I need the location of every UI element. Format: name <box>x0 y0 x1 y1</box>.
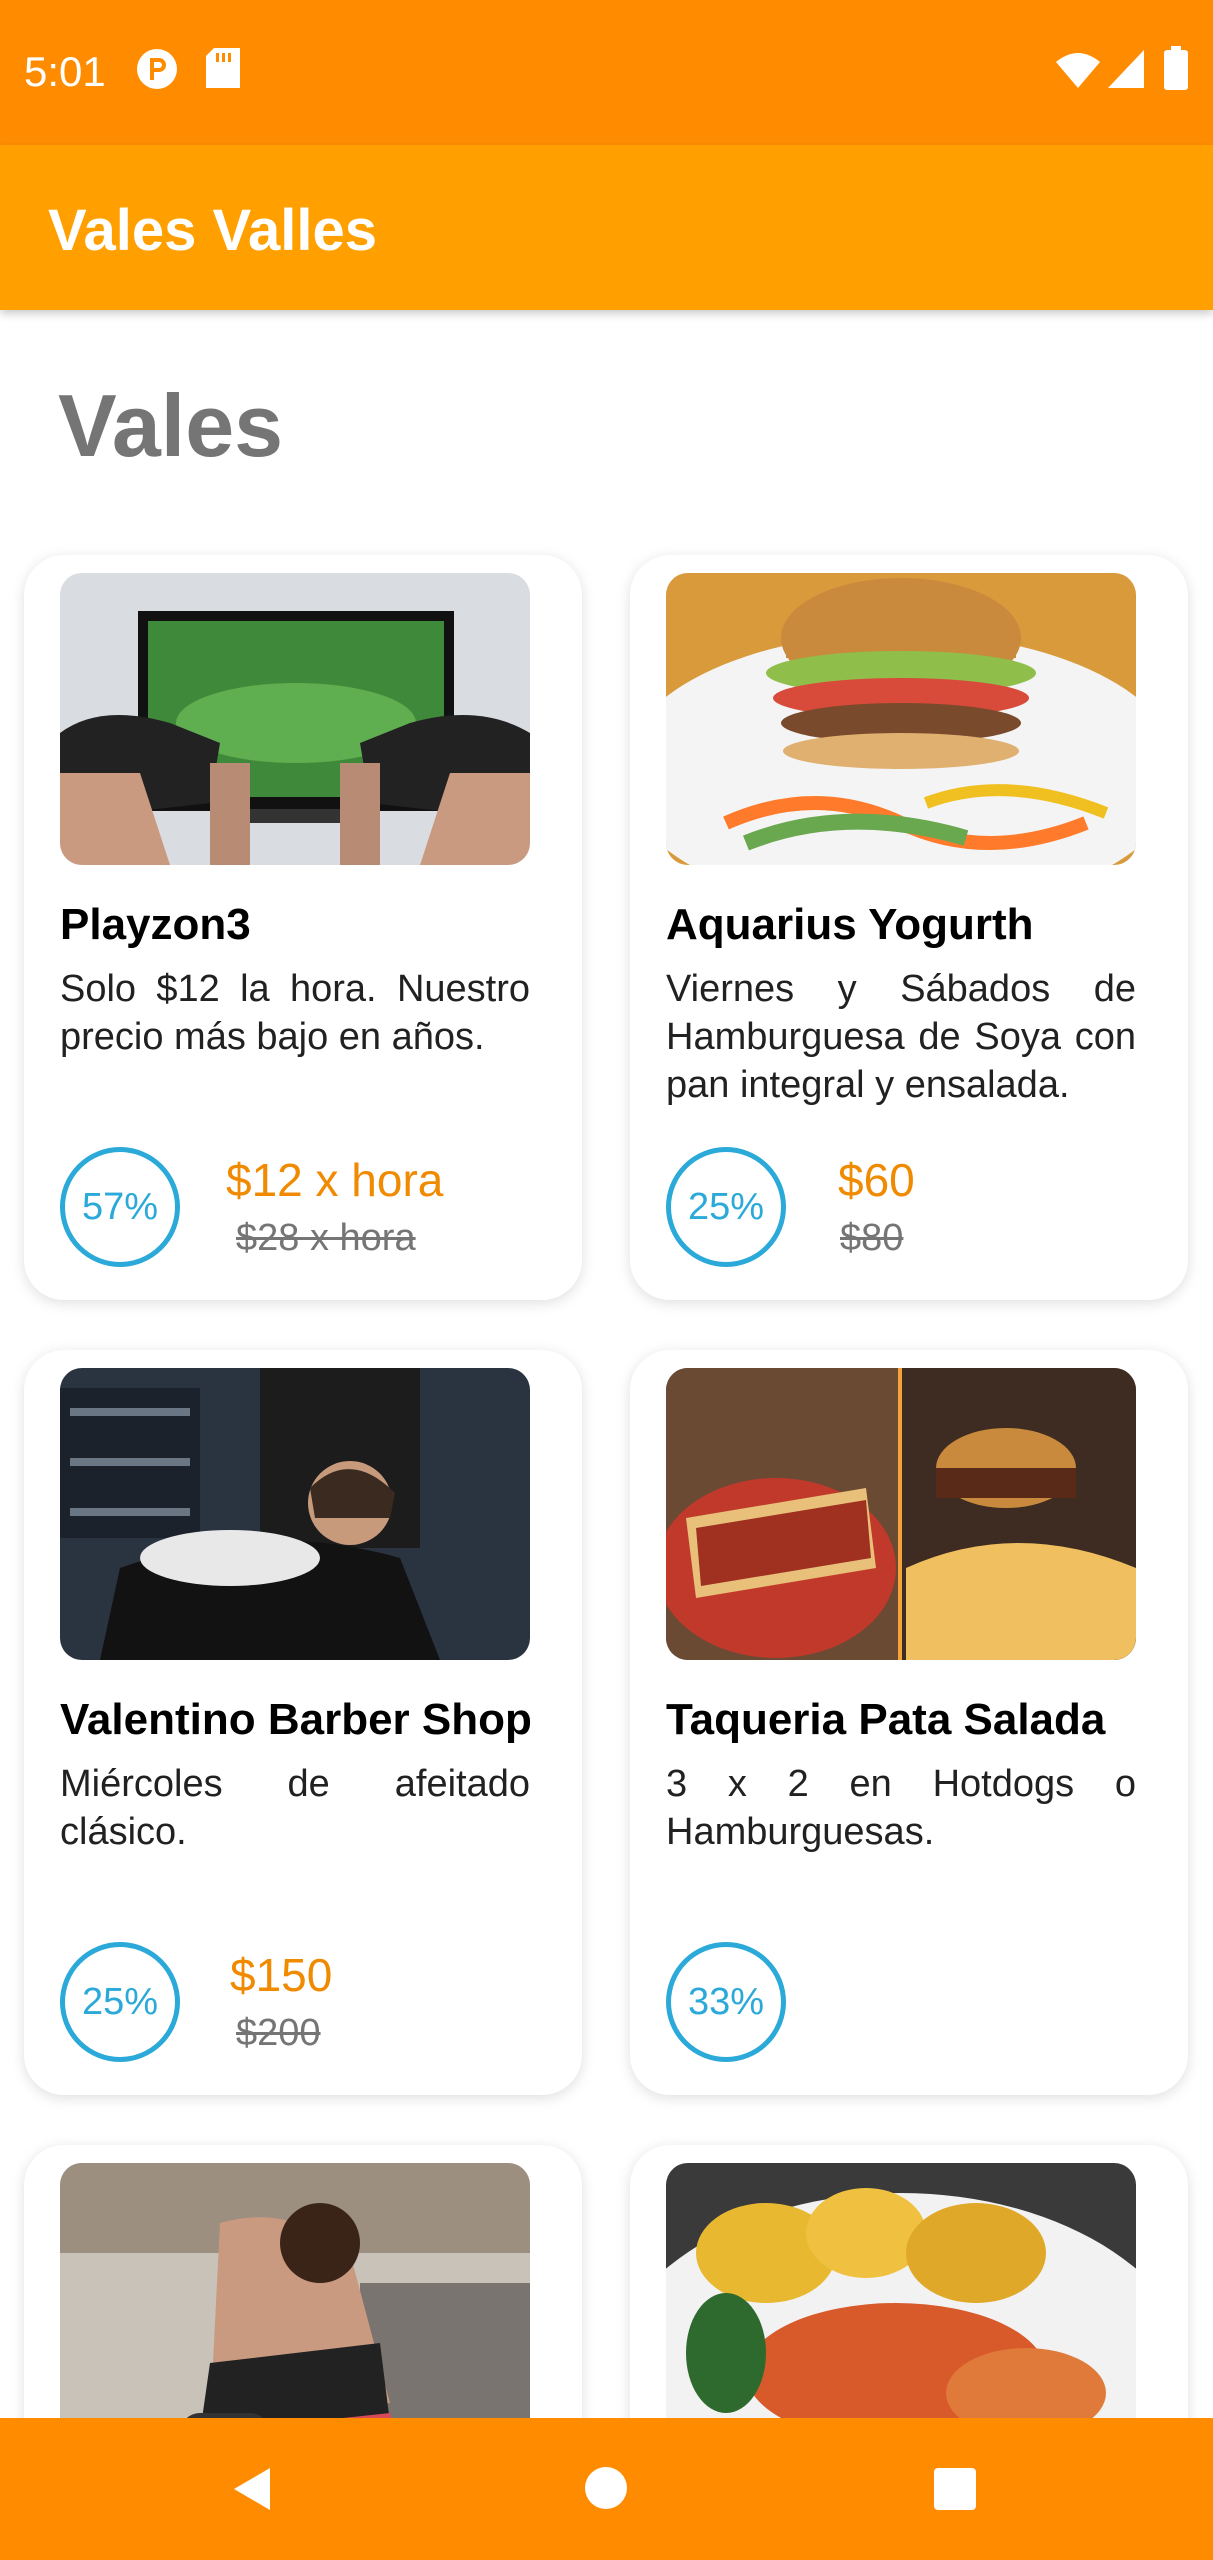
price-new: $60 <box>838 1154 915 1206</box>
card-description: 3 x 2 en Hotdogs o Hamburguesas. <box>666 1763 1136 1853</box>
discount-badge: 57% <box>60 1147 180 1267</box>
navigation-bar <box>0 2418 1213 2560</box>
card-description: Miércoles de afeitado clásico. <box>60 1763 530 1853</box>
price-old: $80 <box>840 1217 904 1259</box>
page-title: Vales <box>58 376 284 475</box>
discount-badge: 25% <box>666 1147 786 1267</box>
battery-icon <box>1164 46 1188 95</box>
p-notification-icon <box>136 48 178 95</box>
wifi-icon <box>1056 52 1100 93</box>
app-title: Vales Valles <box>48 198 377 263</box>
price-old: $28 x hora <box>236 1217 416 1259</box>
card-image-burger <box>666 573 1136 865</box>
card-image-gaming <box>60 573 530 865</box>
card-title: Aquarius Yogurth <box>666 900 1034 949</box>
card-image-hotdogs-burgers <box>666 1368 1136 1660</box>
discount-badge: 25% <box>60 1942 180 2062</box>
recents-icon[interactable] <box>934 2468 976 2515</box>
card-description: Solo $12 la hora. Nuestro precio más baj… <box>60 968 530 1058</box>
home-icon[interactable] <box>584 2466 628 2515</box>
voucher-card-playzon3[interactable]: Playzon3 Solo $12 la hora. Nuestro preci… <box>24 555 582 1300</box>
card-title: Taqueria Pata Salada <box>666 1695 1106 1744</box>
card-description: Viernes y Sábados de Hamburguesa de Soya… <box>666 968 1136 1106</box>
price-new: $150 <box>230 1949 333 2001</box>
card-title: Valentino Barber Shop <box>60 1695 532 1744</box>
status-time: 5:01 <box>24 48 106 95</box>
voucher-card-taqueria[interactable]: Taqueria Pata Salada 3 x 2 en Hotdogs o … <box>630 1350 1188 2095</box>
status-bar: 5:01 <box>0 0 1213 145</box>
voucher-card-aquarius[interactable]: Aquarius Yogurth Viernes y Sábados de Ha… <box>630 555 1188 1300</box>
back-icon[interactable] <box>230 2466 276 2517</box>
signal-icon <box>1108 50 1144 93</box>
sd-card-icon <box>206 48 240 93</box>
discount-badge: 33% <box>666 1942 786 2062</box>
voucher-card-valentino[interactable]: Valentino Barber Shop Miércoles de afeit… <box>24 1350 582 2095</box>
price-new: $12 x hora <box>226 1154 444 1206</box>
app-bar: Vales Valles <box>0 145 1213 310</box>
price-old: $200 <box>236 2012 321 2054</box>
card-image-barber <box>60 1368 530 1660</box>
card-title: Playzon3 <box>60 900 251 949</box>
